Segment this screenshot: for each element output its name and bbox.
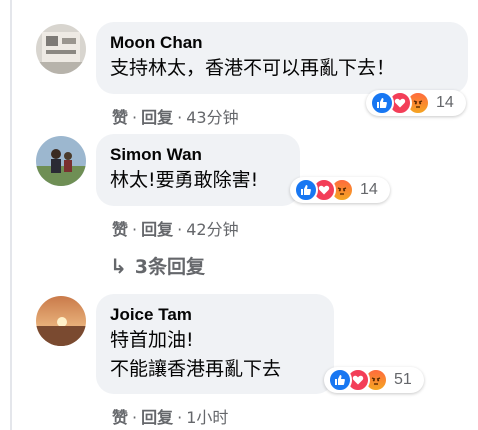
separator-dot: ·: [132, 108, 138, 127]
reaction-count: 51: [394, 371, 412, 388]
like-button[interactable]: 赞: [112, 108, 128, 127]
avatar-moon-chan[interactable]: [36, 24, 86, 74]
separator-dot: ·: [177, 108, 183, 127]
timestamp[interactable]: 42分钟: [186, 220, 238, 239]
comment-author[interactable]: Moon Chan: [110, 32, 454, 54]
reactions-summary[interactable]: 51: [324, 367, 424, 393]
reactions-summary[interactable]: 14: [290, 177, 390, 203]
comment-actions: 赞 · 回复 · 42分钟: [112, 216, 239, 240]
reply-button[interactable]: 回复: [141, 108, 173, 127]
thread-line: [10, 0, 12, 430]
separator-dot: ·: [177, 408, 183, 427]
like-button[interactable]: 赞: [112, 408, 128, 427]
timestamp[interactable]: 43分钟: [186, 108, 238, 127]
comment-text: 林太!要勇敢除害!: [110, 169, 259, 191]
comment-text: 支持林太，香港不可以再亂下去！: [110, 57, 396, 79]
like-reaction-icon: [370, 91, 394, 115]
comment-text-line: 特首加油!: [110, 329, 194, 351]
like-button[interactable]: 赞: [112, 220, 128, 239]
reply-button[interactable]: 回复: [141, 408, 173, 427]
like-reaction-icon: [328, 368, 352, 392]
comment-actions: 赞 · 回复 · 43分钟: [112, 104, 239, 128]
reactions-summary[interactable]: 14: [366, 90, 466, 116]
view-replies-label: 3条回复: [134, 256, 205, 278]
comment-text-line: 不能讓香港再亂下去: [110, 358, 282, 380]
separator-dot: ·: [132, 408, 138, 427]
view-replies-link[interactable]: ↳ 3条回复: [110, 252, 205, 279]
reaction-count: 14: [436, 94, 454, 111]
avatar-joice-tam[interactable]: [36, 296, 86, 346]
comment-bubble-joice-tam: Joice Tam 特首加油! 不能讓香港再亂下去: [96, 294, 334, 394]
reply-button[interactable]: 回复: [141, 220, 173, 239]
avatar-simon-wan[interactable]: [36, 136, 86, 186]
comment-author[interactable]: Simon Wan: [110, 144, 286, 166]
timestamp[interactable]: 1小时: [186, 408, 228, 427]
reaction-count: 14: [360, 181, 378, 198]
separator-dot: ·: [177, 220, 183, 239]
like-reaction-icon: [294, 178, 318, 202]
comment-bubble-simon-wan: Simon Wan 林太!要勇敢除害!: [96, 134, 300, 206]
comment-actions: 赞 · 回复 · 1小时: [112, 404, 228, 428]
separator-dot: ·: [132, 220, 138, 239]
comment-bubble-moon-chan: Moon Chan 支持林太，香港不可以再亂下去！: [96, 22, 468, 94]
reply-arrow-icon: ↳: [110, 253, 127, 278]
comment-author[interactable]: Joice Tam: [110, 304, 320, 326]
